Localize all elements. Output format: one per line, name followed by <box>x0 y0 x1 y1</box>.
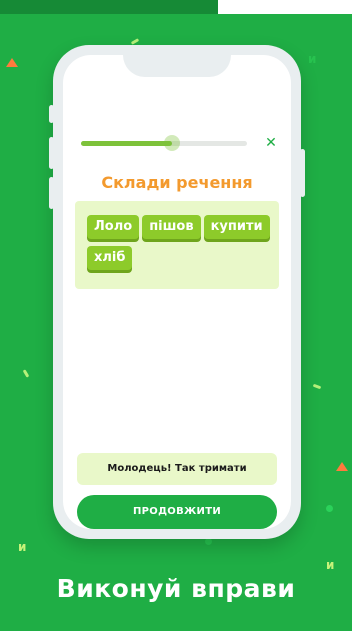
confetti-triangle <box>336 462 348 471</box>
phone-side-button <box>49 177 54 209</box>
progress-knob <box>164 135 181 151</box>
confetti-dash <box>312 383 322 390</box>
confetti-dot <box>326 505 333 512</box>
progress-bar <box>81 135 247 151</box>
phone-side-button <box>300 149 305 197</box>
confetti-squiggle: и <box>308 52 317 66</box>
sentence-area: Лоло пішов купити хліб <box>75 201 279 289</box>
phone-side-button <box>49 137 54 169</box>
progress-fill <box>81 141 173 146</box>
confetti-dot <box>205 538 212 545</box>
word-chip[interactable]: пішов <box>142 215 201 239</box>
promo-caption: Виконуй вправи <box>56 574 296 603</box>
confetti-dash <box>130 38 140 45</box>
exercise-title: Склади речення <box>101 173 253 192</box>
phone-side-button <box>49 105 54 123</box>
word-chip-list: Лоло пішов купити хліб <box>87 215 273 277</box>
phone-notch <box>123 55 231 77</box>
confetti-squiggle: и <box>18 540 27 554</box>
feedback-banner: Молодець! Так тримати <box>77 453 277 485</box>
phone-screen: ✕ Склади речення Лоло пішов купити хліб Мол… <box>63 55 291 529</box>
continue-button[interactable]: ПРОДОВЖИТИ <box>77 495 277 529</box>
confetti-squiggle: и <box>326 558 335 572</box>
phone-mockup: ✕ Склади речення Лоло пішов купити хліб Мол… <box>49 45 305 539</box>
confetti-triangle <box>6 58 18 67</box>
top-banner-light <box>218 0 352 14</box>
word-chip[interactable]: Лоло <box>87 215 140 239</box>
word-chip[interactable]: купити <box>203 215 270 239</box>
confetti-dash <box>22 369 30 378</box>
close-icon[interactable]: ✕ <box>263 135 279 151</box>
word-chip[interactable]: хліб <box>87 246 133 270</box>
top-banner-dark <box>0 0 218 14</box>
